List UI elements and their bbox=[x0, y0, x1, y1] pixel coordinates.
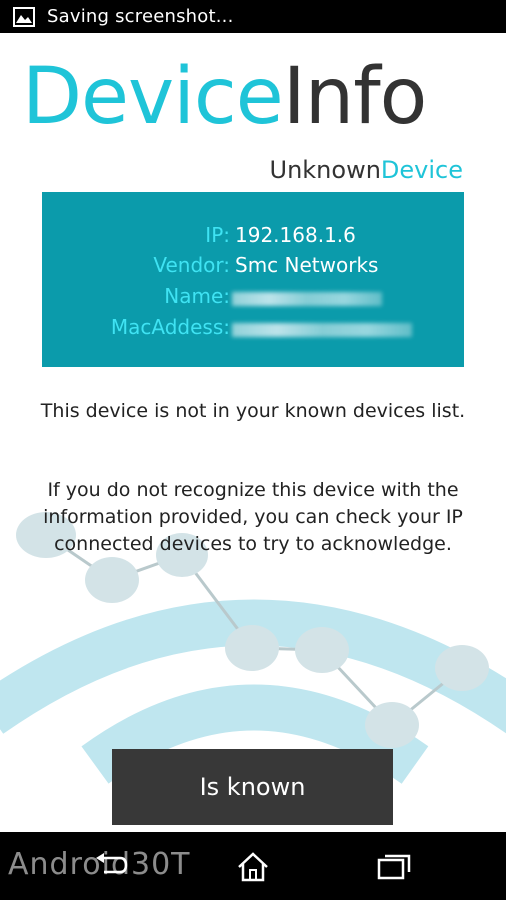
device-name: UnknownDevice bbox=[270, 156, 464, 184]
name-label: Name: bbox=[164, 284, 230, 308]
device-name-part2: Device bbox=[380, 156, 463, 184]
watermark-logo: Android30T bbox=[8, 847, 191, 882]
vendor-row: Vendor: Smc Networks bbox=[42, 253, 464, 283]
app-title-part1: Device bbox=[22, 52, 284, 142]
recent-apps-icon[interactable] bbox=[374, 850, 414, 884]
mac-value-redacted bbox=[232, 323, 412, 337]
name-value-redacted bbox=[232, 292, 382, 306]
app-title-part2: Info bbox=[282, 52, 428, 142]
is-known-button[interactable]: Is known bbox=[112, 749, 393, 825]
vendor-value: Smc Networks bbox=[235, 253, 379, 277]
device-info-card: IP: 192.168.1.6 Vendor: Smc Networks Nam… bbox=[42, 192, 464, 367]
home-icon[interactable] bbox=[233, 850, 273, 884]
image-icon bbox=[13, 6, 35, 27]
status-text: Saving screenshot... bbox=[47, 6, 234, 27]
ip-value: 192.168.1.6 bbox=[235, 223, 356, 247]
ip-label: IP: bbox=[205, 223, 230, 247]
device-name-part1: Unknown bbox=[269, 156, 381, 184]
vendor-label: Vendor: bbox=[153, 253, 230, 277]
advice-message: If you do not recognize this device with… bbox=[43, 479, 463, 555]
mac-label: MacAddess: bbox=[110, 315, 230, 339]
mac-row: MacAddess: bbox=[42, 315, 464, 345]
ip-row: IP: 192.168.1.6 bbox=[42, 223, 464, 253]
app-title: DeviceInfo bbox=[22, 58, 427, 136]
status-bar: Saving screenshot... bbox=[0, 0, 506, 33]
name-row: Name: bbox=[42, 284, 464, 314]
not-known-message: This device is not in your known devices… bbox=[40, 400, 466, 422]
